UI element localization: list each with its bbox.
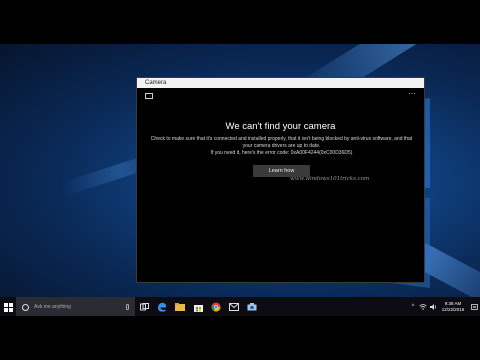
letterbox-bottom (0, 316, 480, 360)
cortana-icon (22, 303, 29, 311)
task-view-icon (139, 303, 149, 311)
mail-icon (229, 303, 239, 311)
volume-icon[interactable] (428, 297, 438, 317)
windows-start-icon (3, 302, 13, 312)
mail-button[interactable] (225, 297, 243, 317)
chrome-icon (211, 302, 221, 312)
window-title: Camera (145, 80, 167, 86)
edge-button[interactable] (153, 297, 171, 317)
action-center-button[interactable] (468, 297, 480, 317)
error-title: We can't find your camera (225, 121, 336, 132)
more-options-icon[interactable]: ··· (408, 90, 416, 98)
show-hidden-icons-button[interactable]: ^ (408, 297, 418, 317)
error-line-1: Check to make sure that it's connected a… (150, 136, 413, 142)
clock[interactable]: 9:38 AM 12/22/2016 (438, 301, 468, 313)
store-icon (193, 304, 203, 312)
file-explorer-icon (175, 303, 185, 311)
search-placeholder: Ask me anything (34, 304, 71, 310)
store-button[interactable] (189, 297, 207, 317)
watermark-text: www.windows101tricks.com (290, 176, 370, 182)
start-button[interactable] (0, 297, 16, 317)
microphone-icon[interactable] (126, 304, 129, 310)
photos-icon[interactable] (145, 93, 153, 99)
notification-icon (470, 303, 478, 310)
error-line-2: your camera drivers are up to date. (242, 143, 321, 149)
camera-app-button[interactable] (243, 297, 261, 317)
network-icon[interactable] (418, 297, 428, 317)
wifi-icon (419, 304, 427, 310)
letterbox-top (0, 0, 480, 44)
error-description: Check to make sure that it's connected a… (143, 136, 420, 157)
task-view-button[interactable] (135, 297, 153, 317)
chrome-button[interactable] (207, 297, 225, 317)
search-box[interactable]: Ask me anything (16, 297, 135, 317)
camera-app-window: Camera ··· We can't find your camera Che… (136, 77, 425, 283)
system-tray: ^ 9:38 AM 12/22/2016 (408, 297, 480, 317)
speaker-icon (429, 304, 436, 310)
camera-app-icon (247, 303, 257, 311)
file-explorer-button[interactable] (171, 297, 189, 317)
edge-icon (158, 302, 167, 312)
title-bar[interactable]: Camera (137, 78, 424, 88)
taskbar: Ask me anything ^ 9:38 AM 12/22/2016 (0, 297, 480, 317)
error-code-line: If you need it, here's the error code: 0… (210, 150, 353, 156)
clock-date: 12/22/2016 (441, 307, 465, 312)
